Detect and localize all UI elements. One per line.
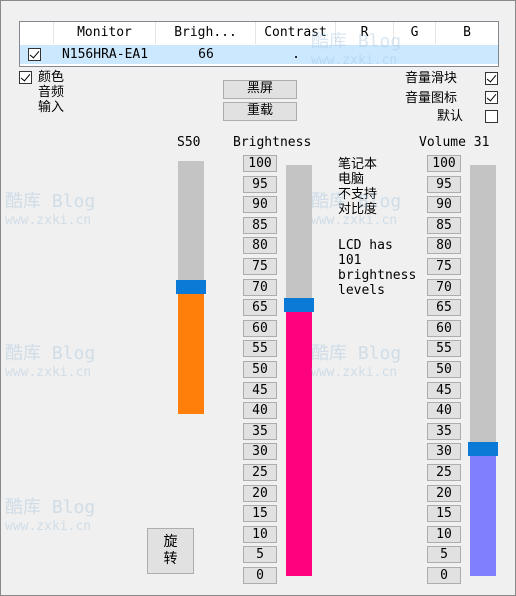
s-slider-thumb[interactable]: [176, 280, 206, 294]
tick-label[interactable]: 20: [243, 485, 277, 502]
watermark: 酷库 Blog www.zxki.cn: [5, 191, 96, 228]
tick-label[interactable]: 70: [243, 279, 277, 296]
tick-label[interactable]: 35: [243, 423, 277, 440]
tick-label[interactable]: 95: [243, 176, 277, 193]
volume-slider[interactable]: [468, 165, 498, 576]
audio-label[interactable]: 音频: [38, 85, 64, 100]
window-frame: Monitor Brigh... Contrast R G B N156HRA-…: [0, 0, 516, 596]
tick-label[interactable]: 70: [427, 279, 461, 296]
tick-label[interactable]: 15: [243, 505, 277, 522]
volume-slider-checkbox[interactable]: [485, 72, 498, 85]
tick-label[interactable]: 25: [243, 464, 277, 481]
col-brightness[interactable]: Brigh...: [156, 22, 256, 44]
tick-label[interactable]: 0: [427, 567, 461, 584]
col-monitor[interactable]: Monitor: [54, 22, 156, 44]
tick-label[interactable]: 65: [243, 299, 277, 316]
note-line2: 电脑: [338, 172, 365, 187]
tick-label[interactable]: 5: [427, 546, 461, 563]
rotate-button[interactable]: 旋转: [147, 528, 194, 574]
tick-label[interactable]: 95: [427, 176, 461, 193]
tick-label[interactable]: 45: [427, 382, 461, 399]
volume-slider-thumb[interactable]: [468, 442, 498, 456]
volume-slider-label: 音量滑块: [405, 71, 458, 86]
default-label: 默认: [437, 109, 464, 124]
tick-label[interactable]: 80: [427, 237, 461, 254]
note-line4: 对比度: [338, 202, 378, 217]
color-checkbox[interactable]: [19, 71, 32, 84]
tick-label[interactable]: 0: [243, 567, 277, 584]
note-line6: 101: [338, 253, 362, 268]
reload-button[interactable]: 重载: [223, 102, 297, 121]
tick-label[interactable]: 5: [243, 546, 277, 563]
volume-slider-fill: [470, 449, 496, 576]
list-header: Monitor Brigh... Contrast R G B: [20, 22, 498, 44]
note-line1: 笔记本: [338, 157, 378, 172]
tick-label[interactable]: 40: [243, 402, 277, 419]
brightness-slider[interactable]: [284, 165, 314, 576]
tick-label[interactable]: 60: [427, 320, 461, 337]
tick-label[interactable]: 75: [427, 258, 461, 275]
tick-label[interactable]: 90: [243, 196, 277, 213]
tick-label[interactable]: 50: [243, 361, 277, 378]
tick-label[interactable]: 65: [427, 299, 461, 316]
col-g[interactable]: G: [394, 22, 436, 44]
note-line8: levels: [338, 283, 385, 298]
note-line5: LCD has: [338, 238, 393, 253]
s-slider[interactable]: [176, 161, 206, 414]
volume-icon-checkbox[interactable]: [485, 91, 498, 104]
tick-label[interactable]: 50: [427, 361, 461, 378]
cell-monitor: N156HRA-EA1: [61, 47, 149, 62]
tick-label[interactable]: 25: [427, 464, 461, 481]
note-line3: 不支持: [338, 187, 378, 202]
watermark: 酷库 Blog www.zxki.cn: [5, 343, 96, 380]
tick-label[interactable]: 90: [427, 196, 461, 213]
col-check: [20, 22, 54, 44]
brightness-slider-thumb[interactable]: [284, 298, 314, 312]
color-label: 颜色: [38, 70, 65, 85]
tick-label[interactable]: 85: [243, 217, 277, 234]
watermark: 酷库 Blog www.zxki.cn: [311, 343, 402, 380]
tick-label[interactable]: 10: [243, 526, 277, 543]
tick-label[interactable]: 45: [243, 382, 277, 399]
default-checkbox[interactable]: [485, 110, 498, 123]
brightness-slider-fill: [286, 305, 312, 576]
tick-label[interactable]: 15: [427, 505, 461, 522]
tick-label[interactable]: 10: [427, 526, 461, 543]
blackscreen-button[interactable]: 黑屏: [223, 80, 297, 99]
tick-label[interactable]: 30: [427, 443, 461, 460]
watermark: 酷库 Blog www.zxki.cn: [5, 497, 96, 534]
input-label[interactable]: 输入: [38, 100, 64, 115]
col-b[interactable]: B: [436, 22, 498, 44]
cell-contrast: .: [292, 47, 300, 62]
tick-label[interactable]: 100: [427, 155, 461, 172]
tick-label[interactable]: 80: [243, 237, 277, 254]
col-contrast[interactable]: Contrast: [256, 22, 336, 44]
row-checkbox[interactable]: [28, 48, 41, 61]
tick-label[interactable]: 85: [427, 217, 461, 234]
tick-label[interactable]: 55: [427, 340, 461, 357]
tick-label[interactable]: 20: [427, 485, 461, 502]
tick-label[interactable]: 40: [427, 402, 461, 419]
rotate-button-label: 旋转: [163, 534, 178, 567]
col-r[interactable]: R: [336, 22, 394, 44]
tick-label[interactable]: 60: [243, 320, 277, 337]
volume-icon-label: 音量图标: [405, 91, 458, 106]
s-slider-fill: [178, 287, 204, 414]
tick-label[interactable]: 35: [427, 423, 461, 440]
volume-slider-title: Volume 31: [419, 135, 490, 150]
brightness-slider-label: Brightness: [233, 135, 312, 150]
cell-brightness: 66: [198, 47, 214, 62]
s-slider-label: S50: [177, 135, 201, 150]
tick-label[interactable]: 100: [243, 155, 277, 172]
note-line7: brightness: [338, 268, 417, 283]
tick-label[interactable]: 55: [243, 340, 277, 357]
tick-label[interactable]: 75: [243, 258, 277, 275]
table-row[interactable]: N156HRA-EA1 66 .: [20, 45, 498, 64]
tick-label[interactable]: 30: [243, 443, 277, 460]
monitor-list[interactable]: Monitor Brigh... Contrast R G B N156HRA-…: [19, 21, 499, 67]
